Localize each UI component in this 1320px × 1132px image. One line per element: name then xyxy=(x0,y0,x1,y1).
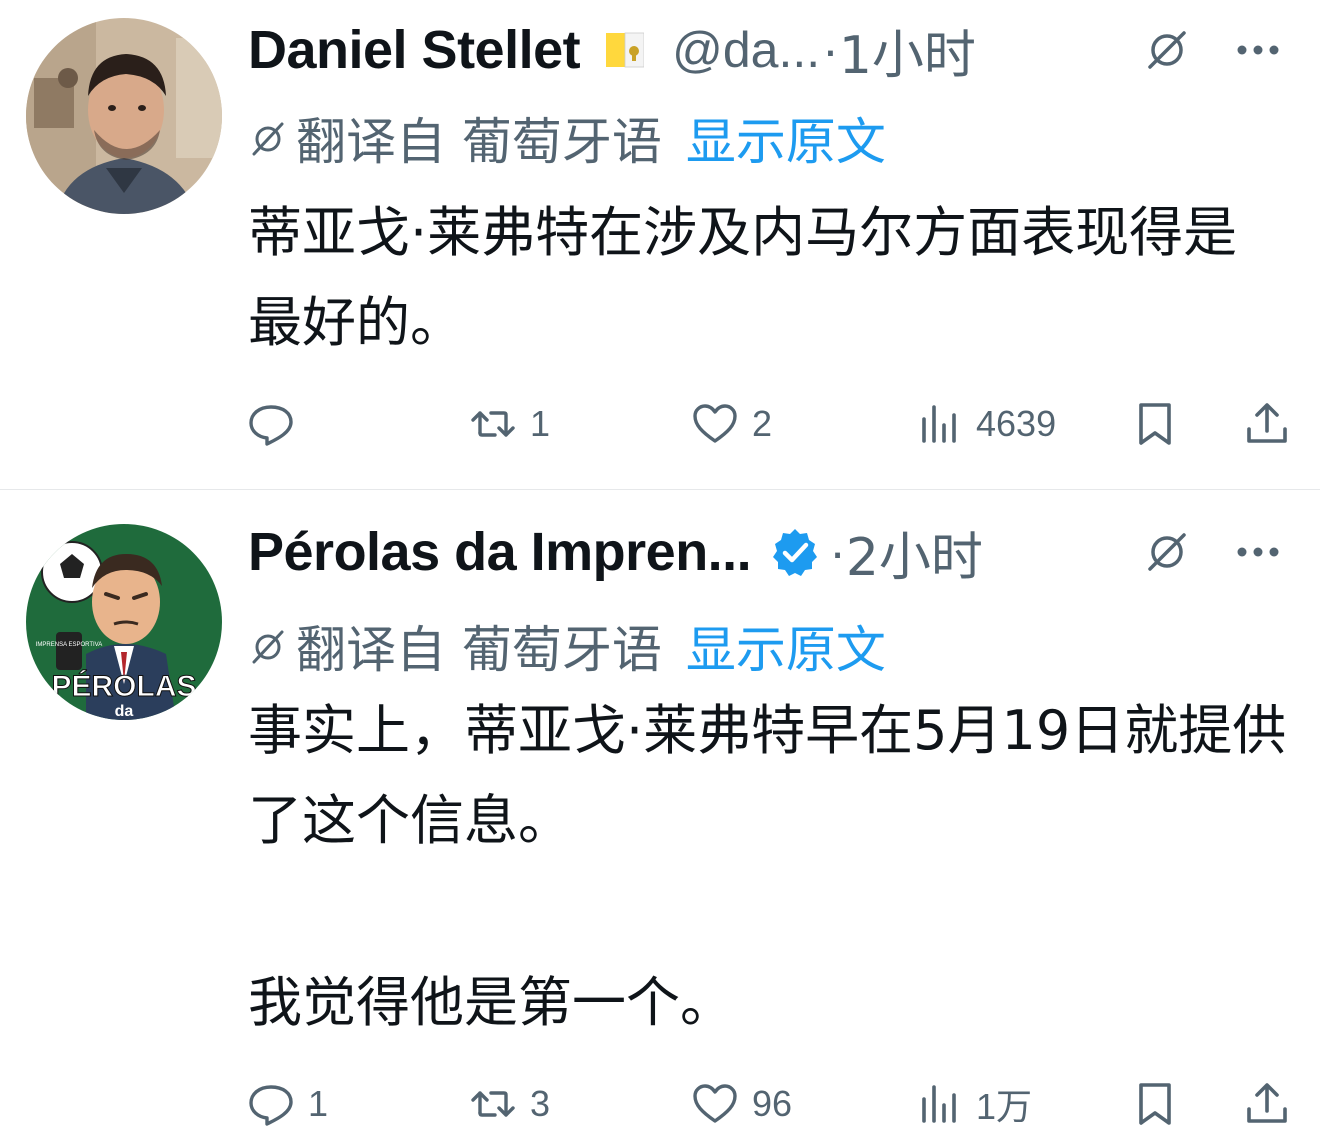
tweet-header: Pérolas da Impren... · 2小时 xyxy=(248,520,1280,588)
translation-notice: 翻译自 葡萄牙语 显示原文 xyxy=(248,106,886,171)
views-button[interactable]: 1万 xyxy=(914,1074,1032,1132)
avatar[interactable] xyxy=(26,18,222,214)
more-options-icon[interactable] xyxy=(1236,44,1280,56)
separator-dot: · xyxy=(829,524,846,580)
retweet-icon xyxy=(471,411,515,437)
tweet-actions: 1 3 96 1万 xyxy=(246,1074,1292,1132)
retweet-button[interactable]: 1 xyxy=(468,394,550,454)
translated-from-label: 翻译自 葡萄牙语 xyxy=(296,621,662,679)
retweet-count: 3 xyxy=(530,1083,551,1124)
like-button[interactable]: 2 xyxy=(690,394,772,454)
reply-count: 1 xyxy=(308,1083,329,1124)
translate-icon xyxy=(252,630,284,664)
reply-button[interactable] xyxy=(246,394,308,454)
tweet-paragraph: 我觉得他是第一个。 xyxy=(248,971,734,1034)
author-handle[interactable]: @da... xyxy=(672,21,820,79)
author-name[interactable]: Daniel Stellet xyxy=(248,19,581,81)
heart-icon xyxy=(693,1084,737,1123)
avatar[interactable]: IMPRENSA ESPORTIVA PÉROLAS da xyxy=(26,524,222,720)
like-button[interactable]: 96 xyxy=(690,1074,792,1132)
tweet-text: 事实上，蒂亚戈·莱弗特早在5月19日就提供了这个信息。 我觉得他是第一个。 xyxy=(248,686,1290,1048)
vatican-flag-icon xyxy=(606,31,645,69)
show-original-link[interactable]: 显示原文 xyxy=(686,610,886,682)
timestamp[interactable]: 1小时 xyxy=(839,13,976,88)
tweet[interactable]: Daniel Stellet @da... · 1小时 翻译自 葡萄牙语 显示原… xyxy=(0,0,1320,489)
tweet[interactable]: IMPRENSA ESPORTIVA PÉROLAS da Pérolas da… xyxy=(0,490,1320,1132)
avatar-text-perolas: PÉROLAS xyxy=(51,669,196,703)
view-count: 1万 xyxy=(976,1086,1033,1127)
author-name[interactable]: Pérolas da Impren... xyxy=(248,521,752,583)
views-button[interactable]: 4639 xyxy=(914,394,1056,454)
bookmark-button[interactable] xyxy=(1130,394,1180,454)
views-chart-icon xyxy=(922,405,956,443)
bookmark-icon xyxy=(1139,403,1171,445)
retweet-icon xyxy=(471,1091,515,1117)
tweet-header: Daniel Stellet @da... · 1小时 xyxy=(248,18,1280,86)
reply-icon xyxy=(249,405,293,446)
share-button[interactable] xyxy=(1242,394,1292,454)
view-count: 4639 xyxy=(976,403,1057,444)
translated-from-label: 翻译自 葡萄牙语 xyxy=(296,113,662,171)
avatar-text-da: da xyxy=(115,703,134,720)
bookmark-icon xyxy=(1139,1083,1171,1125)
timestamp[interactable]: 2小时 xyxy=(846,515,983,590)
heart-icon xyxy=(693,404,737,443)
show-original-link[interactable]: 显示原文 xyxy=(686,102,886,174)
tweet-paragraph: 事实上，蒂亚戈·莱弗特早在5月19日就提供了这个信息。 xyxy=(248,699,1287,852)
views-chart-icon xyxy=(922,1085,956,1123)
share-icon xyxy=(1247,403,1287,443)
translate-icon xyxy=(252,122,284,156)
avatar-text-imprensa: IMPRENSA ESPORTIVA xyxy=(36,642,102,648)
retweet-button[interactable]: 3 xyxy=(468,1074,550,1132)
grok-icon[interactable] xyxy=(1144,27,1190,73)
separator-dot: · xyxy=(822,22,839,78)
share-button[interactable] xyxy=(1242,1074,1292,1132)
translation-notice: 翻译自 葡萄牙语 显示原文 xyxy=(248,614,886,679)
grok-icon[interactable] xyxy=(1144,529,1190,575)
tweet-actions: 1 2 4639 xyxy=(246,394,1292,454)
tweet-text: 蒂亚戈·莱弗特在涉及内马尔方面表现得是最好的。 xyxy=(248,188,1290,368)
tweet-paragraph: 蒂亚戈·莱弗特在涉及内马尔方面表现得是最好的。 xyxy=(248,201,1238,354)
more-options-icon[interactable] xyxy=(1236,546,1280,558)
share-icon xyxy=(1247,1083,1287,1123)
retweet-count: 1 xyxy=(530,403,551,444)
bookmark-button[interactable] xyxy=(1130,1074,1180,1132)
like-count: 2 xyxy=(752,403,773,444)
reply-button[interactable]: 1 xyxy=(246,1074,328,1132)
verified-badge-icon[interactable] xyxy=(769,526,821,578)
like-count: 96 xyxy=(752,1083,793,1124)
reply-icon xyxy=(249,1085,293,1126)
